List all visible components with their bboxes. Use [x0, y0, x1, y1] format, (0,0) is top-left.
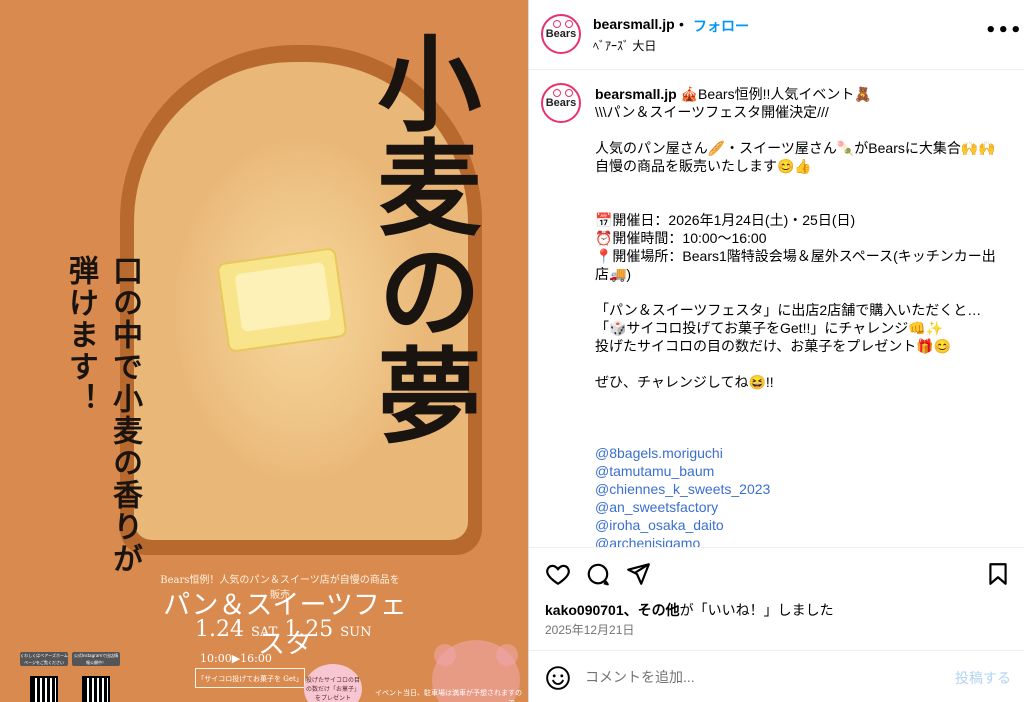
avatar[interactable]: Bears — [541, 14, 581, 54]
tag-link[interactable]: @an_sweetsfactory — [595, 498, 1005, 516]
comment-input[interactable] — [585, 665, 925, 689]
title-char: 夢 — [359, 342, 482, 446]
qr-label-2: 公式Instagramで出店情報公開中！ — [72, 652, 120, 666]
bookmark-icon[interactable] — [985, 561, 1011, 587]
post-image[interactable]: 小麦の夢 口の中で小麦の香りが弾けます！ Bears恒例！人気のパン＆スイーツ店… — [0, 0, 528, 702]
caption-text: 🎪Bears恒例!!人気イベント🧸 \\\パン＆スイーツフェスタ開催決定/// … — [595, 86, 996, 390]
dow-1: SAT — [250, 625, 278, 640]
tag-link[interactable]: @8bagels.moriguchi — [595, 444, 1005, 462]
tag-link[interactable]: @tamutamu_baum — [595, 462, 1005, 480]
more-horizontal-icon[interactable]: ••• — [985, 20, 1023, 41]
poster-dates: 1.24 SAT 1.25 SUN — [195, 617, 385, 642]
butter-shine — [234, 262, 332, 332]
likes-text: が「いいね！」しました — [679, 602, 834, 618]
avatar[interactable]: Bears — [541, 83, 581, 123]
dow-2: SUN — [340, 625, 372, 640]
likes-user[interactable]: kako090701 — [545, 602, 624, 618]
comment-icon[interactable] — [585, 561, 611, 587]
post-header: Bears bearsmall.jp • フォロー ﾍﾞｱｰｽﾞ 大日 ••• — [529, 0, 1024, 70]
tag-link[interactable]: @archenisigamo — [595, 534, 1005, 547]
title-char: 麦 — [359, 134, 482, 238]
qr-code-icon — [30, 676, 58, 702]
likes-others[interactable]: 、その他 — [624, 602, 680, 618]
poster-bubble: 投げたサイコロの目の数だけ「お菓子」をプレゼント — [304, 664, 362, 702]
poster-tagline: 口の中で小麦の香りが弾けます！ — [63, 255, 142, 575]
avatar-text: Bears — [545, 28, 577, 40]
avatar-ear — [565, 20, 573, 28]
avatar-text: Bears — [545, 97, 577, 109]
comment-bar: 投稿する — [529, 650, 1024, 702]
avatar-ear — [565, 89, 573, 97]
username[interactable]: bearsmall.jp — [593, 16, 675, 32]
date-1: 1.24 — [195, 617, 244, 642]
action-bar — [529, 547, 1024, 597]
heart-icon[interactable] — [545, 561, 571, 587]
poster-title: 小麦の夢 — [352, 30, 482, 446]
poster-hours: 10:00▶16:00 — [200, 652, 272, 665]
post-date[interactable]: 2025年12月21日 — [545, 621, 634, 638]
title-char: 小 — [359, 30, 482, 134]
qr-label-1: くわしくはベアーズホームページをご覧ください — [20, 652, 68, 666]
tag-link[interactable]: @chiennes_k_sweets_2023 — [595, 480, 1005, 498]
post-panel: Bears bearsmall.jp • フォロー ﾍﾞｱｰｽﾞ 大日 ••• … — [528, 0, 1024, 702]
follow-button[interactable]: フォロー — [693, 16, 749, 36]
poster-notice: イベント当日、駐車場は満車が予想されますので、 — [375, 689, 522, 702]
post-comment-button[interactable]: 投稿する — [955, 668, 1011, 688]
location[interactable]: ﾍﾞｱｰｽﾞ 大日 — [593, 37, 656, 54]
share-icon[interactable] — [625, 561, 651, 587]
caption-area[interactable]: Bears bearsmall.jp 🎪Bears恒例!!人気イベント🧸 \\\… — [529, 71, 1024, 547]
caption: bearsmall.jp 🎪Bears恒例!!人気イベント🧸 \\\パン＆スイー… — [595, 85, 1005, 391]
tag-link[interactable]: @iroha_osaka_daito — [595, 516, 1005, 534]
emoji-icon[interactable] — [545, 665, 571, 691]
separator-dot: • — [679, 16, 684, 32]
date-2: 1.25 — [284, 617, 334, 642]
title-char: の — [359, 238, 482, 342]
qr-code-icon — [82, 676, 110, 702]
poster-promo: 「サイコロ投げてお菓子を Get」 — [195, 668, 305, 688]
tag-list: @8bagels.moriguchi @tamutamu_baum @chien… — [595, 444, 1005, 547]
caption-username[interactable]: bearsmall.jp — [595, 86, 677, 102]
likes-line: kako090701、その他が「いいね！」しました — [545, 600, 834, 620]
avatar-ear — [553, 20, 561, 28]
avatar-ear — [553, 89, 561, 97]
